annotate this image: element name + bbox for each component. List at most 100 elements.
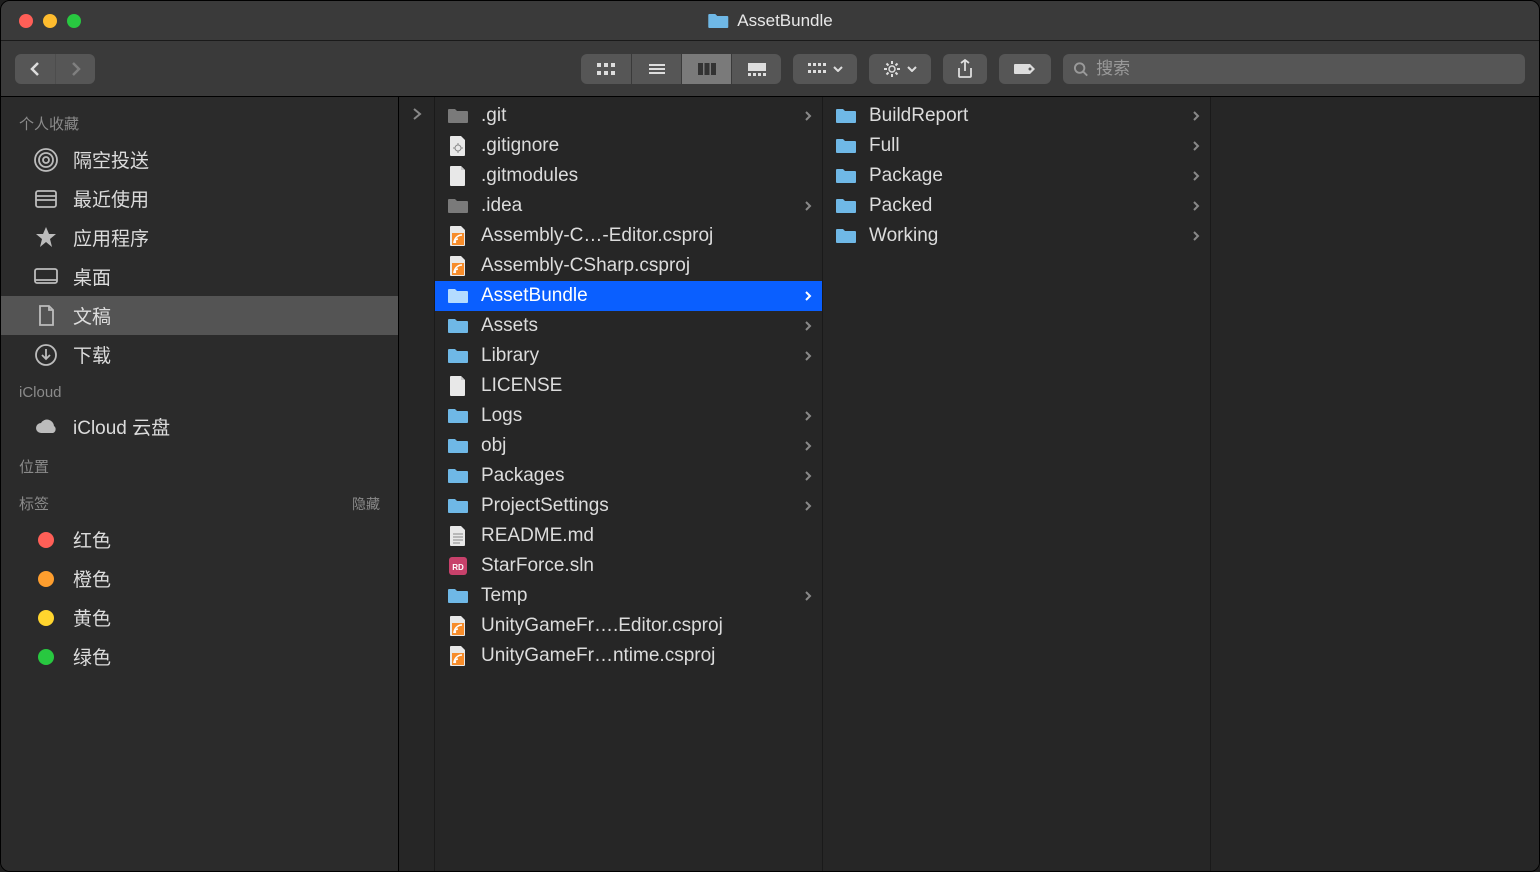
file-row[interactable]: LICENSE xyxy=(435,371,822,401)
file-row[interactable]: UnityGameFr…ntime.csproj xyxy=(435,641,822,671)
sidebar-section-title: 标签 xyxy=(19,493,49,514)
file-row[interactable]: BuildReport xyxy=(823,101,1210,131)
sidebar-section-title: 个人收藏 xyxy=(19,113,79,134)
file-row[interactable]: AssetBundle xyxy=(435,281,822,311)
sidebar-item-icloud-drive[interactable]: iCloud 云盘 xyxy=(1,407,398,446)
view-list-button[interactable] xyxy=(631,54,681,84)
tag-icon xyxy=(33,527,59,553)
rss-file-icon xyxy=(447,255,469,277)
sidebar-section-header: 位置 xyxy=(1,446,398,483)
rss-file-icon xyxy=(447,225,469,247)
titlebar: AssetBundle xyxy=(1,1,1539,41)
sidebar-item-documents[interactable]: 文稿 xyxy=(1,296,398,335)
share-icon xyxy=(957,59,973,79)
file-label: Packed xyxy=(869,195,1174,217)
file-label: Assembly-CSharp.csproj xyxy=(481,255,786,277)
file-label: UnityGameFr….Editor.csproj xyxy=(481,615,786,637)
file-label: Assets xyxy=(481,315,786,337)
file-row[interactable]: .gitignore xyxy=(435,131,822,161)
file-column: BuildReport FullPackage Packed Working xyxy=(823,97,1211,871)
file-row[interactable]: Packed xyxy=(823,191,1210,221)
maximize-window-button[interactable] xyxy=(67,14,81,28)
sidebar-item-tag-red[interactable]: 红色 xyxy=(1,520,398,559)
file-row[interactable]: .git xyxy=(435,101,822,131)
group-by-button[interactable] xyxy=(793,54,857,84)
file-row[interactable]: Assembly-C…-Editor.csproj xyxy=(435,221,822,251)
sidebar-item-label: 文稿 xyxy=(73,302,111,329)
chevron-right-icon xyxy=(1186,230,1200,242)
sidebar-item-airdrop[interactable]: 隔空投送 xyxy=(1,140,398,179)
file-row[interactable]: ProjectSettings xyxy=(435,491,822,521)
chevron-right-icon xyxy=(798,350,812,362)
parent-column-nav[interactable] xyxy=(399,97,435,871)
sidebar-item-tag-green[interactable]: 绿色 xyxy=(1,637,398,676)
sidebar-item-downloads[interactable]: 下载 xyxy=(1,335,398,374)
chevron-right-icon xyxy=(798,470,812,482)
recents-icon xyxy=(33,186,59,212)
sidebar-item-label: 应用程序 xyxy=(73,224,149,251)
sidebar-item-recents[interactable]: 最近使用 xyxy=(1,179,398,218)
action-menu-button[interactable] xyxy=(869,54,931,84)
chevron-right-icon xyxy=(798,500,812,512)
sln-file-icon: RD xyxy=(447,555,469,577)
search-input[interactable] xyxy=(1096,59,1515,79)
file-row[interactable]: Package xyxy=(823,161,1210,191)
file-label: Packages xyxy=(481,465,786,487)
view-columns-button[interactable] xyxy=(681,54,731,84)
minimize-window-button[interactable] xyxy=(43,14,57,28)
documents-icon xyxy=(33,303,59,329)
sidebar-item-applications[interactable]: 应用程序 xyxy=(1,218,398,257)
file-label: Working xyxy=(869,225,1174,247)
file-row[interactable]: UnityGameFr….Editor.csproj xyxy=(435,611,822,641)
sidebar-item-label: 绿色 xyxy=(73,643,111,670)
file-label: BuildReport xyxy=(869,105,1174,127)
finder-window: AssetBundle xyxy=(0,0,1540,872)
file-row[interactable]: obj xyxy=(435,431,822,461)
folder-icon xyxy=(447,285,469,307)
view-icons-button[interactable] xyxy=(581,54,631,84)
file-row[interactable]: Temp xyxy=(435,581,822,611)
downloads-icon xyxy=(33,342,59,368)
file-column: .git .gitignore.gitmodules.idea Assembly-C… xyxy=(435,97,823,871)
chevron-right-icon xyxy=(798,590,812,602)
sidebar-item-tag-yellow[interactable]: 黄色 xyxy=(1,598,398,637)
blank-file-icon xyxy=(447,165,469,187)
close-window-button[interactable] xyxy=(19,14,33,28)
file-row[interactable]: Library xyxy=(435,341,822,371)
file-label: Logs xyxy=(481,405,786,427)
file-label: .git xyxy=(481,105,786,127)
folder-icon xyxy=(447,315,469,337)
chevron-down-icon xyxy=(907,66,917,72)
sidebar-item-label: 红色 xyxy=(73,526,111,553)
file-row[interactable]: Assets xyxy=(435,311,822,341)
file-row[interactable]: Packages xyxy=(435,461,822,491)
file-row[interactable]: README.md xyxy=(435,521,822,551)
file-row[interactable]: Working xyxy=(823,221,1210,251)
file-row[interactable]: .gitmodules xyxy=(435,161,822,191)
file-label: obj xyxy=(481,435,786,457)
sidebar-item-desktop[interactable]: 桌面 xyxy=(1,257,398,296)
chevron-down-icon xyxy=(833,66,843,72)
file-label: Assembly-C…-Editor.csproj xyxy=(481,225,786,247)
search-icon xyxy=(1073,61,1088,77)
empty-column xyxy=(1211,97,1539,871)
file-label: Library xyxy=(481,345,786,367)
tag-button[interactable] xyxy=(999,54,1051,84)
back-button[interactable] xyxy=(15,54,55,84)
forward-button[interactable] xyxy=(55,54,95,84)
file-row[interactable]: Full xyxy=(823,131,1210,161)
sidebar-item-tag-orange[interactable]: 橙色 xyxy=(1,559,398,598)
sidebar-item-label: 黄色 xyxy=(73,604,111,631)
view-gallery-button[interactable] xyxy=(731,54,781,84)
search-box[interactable] xyxy=(1063,54,1525,84)
sidebar-section-title: iCloud xyxy=(19,384,62,401)
sidebar-hide-link[interactable]: 隐藏 xyxy=(352,494,380,514)
file-row[interactable]: Logs xyxy=(435,401,822,431)
blank-file-icon xyxy=(447,375,469,397)
file-row[interactable]: RDStarForce.sln xyxy=(435,551,822,581)
chevron-right-icon xyxy=(798,440,812,452)
file-row[interactable]: .idea xyxy=(435,191,822,221)
file-row[interactable]: Assembly-CSharp.csproj xyxy=(435,251,822,281)
folder-icon xyxy=(707,10,729,32)
share-button[interactable] xyxy=(943,54,987,84)
